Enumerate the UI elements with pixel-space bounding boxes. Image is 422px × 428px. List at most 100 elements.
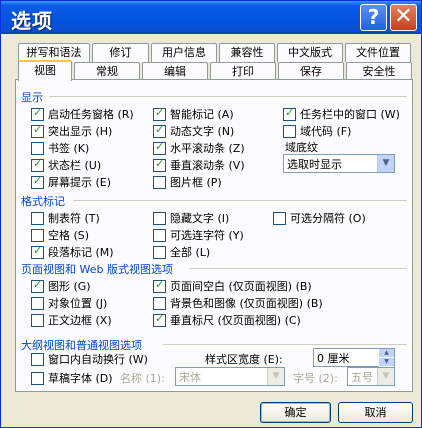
draft-font-size-label: 字号 (2): xyxy=(293,372,338,385)
checkbox-paragraph-marks[interactable]: 段落标记 (M) xyxy=(31,244,114,260)
draft-font-name-label: 名称 (1): xyxy=(120,372,165,385)
checkbox-box[interactable] xyxy=(283,106,296,121)
checkbox-bookmarks[interactable]: 书签 (K) xyxy=(31,140,89,156)
checkbox-drawings[interactable]: 图形 (G) xyxy=(31,278,91,294)
checkbox-all-marks[interactable]: 全部 (L) xyxy=(153,244,210,260)
checkbox-label: 可选分隔符 (O) xyxy=(290,212,366,225)
checkbox-field-codes[interactable]: 域代码 (F) xyxy=(283,123,351,139)
checkbox-smart-tags[interactable]: 智能标记 (A) xyxy=(153,106,234,122)
checkbox-wrap-to-window[interactable]: 窗口内自动换行 (W) xyxy=(31,351,148,367)
checkbox-box[interactable] xyxy=(31,157,44,172)
draft-font-name-select[interactable]: 宋体 ▼ xyxy=(175,367,285,386)
checkbox-horizontal-scrollbar[interactable]: 水平滚动条 (Z) xyxy=(153,140,245,156)
tab-view[interactable]: 视图 xyxy=(18,60,72,81)
draft-font-size-select[interactable]: 五号 ▼ xyxy=(347,367,395,386)
checkbox-label: 启动任务窗格 (R) xyxy=(48,108,134,121)
spin-down-icon[interactable]: ▼ xyxy=(379,358,394,367)
checkbox-spaces[interactable]: 空格 (S) xyxy=(31,227,89,243)
checkbox-box[interactable] xyxy=(31,141,44,155)
help-button[interactable]: ? xyxy=(360,4,387,31)
checkbox-box[interactable] xyxy=(31,352,44,366)
checkbox-box[interactable] xyxy=(153,312,166,327)
group-title-page-web-options: 页面视图和 Web 版式视图选项 xyxy=(21,263,173,276)
checkbox-box[interactable] xyxy=(153,228,166,242)
checkbox-draft-font[interactable]: 草稿字体 (D) xyxy=(31,370,113,386)
checkbox-vertical-ruler[interactable]: 垂直标尺 (仅页面视图) (C) xyxy=(153,312,301,328)
draft-font-name-value: 宋体 xyxy=(179,370,201,384)
checkbox-optional-breaks[interactable]: 可选分隔符 (O) xyxy=(273,210,366,226)
checkbox-label: 窗口内自动换行 (W) xyxy=(48,353,148,366)
checkbox-startup-task-pane[interactable]: 启动任务窗格 (R) xyxy=(31,106,134,122)
checkbox-label: 可选连字符 (Y) xyxy=(170,229,244,242)
checkbox-box[interactable] xyxy=(283,124,296,138)
chevron-down-icon[interactable]: ▼ xyxy=(377,155,394,172)
checkbox-box[interactable] xyxy=(31,106,44,121)
checkbox-status-bar[interactable]: 状态栏 (U) xyxy=(31,157,101,173)
tab-track-changes[interactable]: 修订 xyxy=(92,43,149,62)
checkbox-box[interactable] xyxy=(31,313,44,327)
checkbox-label: 智能标记 (A) xyxy=(170,108,234,121)
checkbox-box[interactable] xyxy=(153,140,166,155)
divider xyxy=(73,200,407,201)
divider xyxy=(49,96,407,97)
tab-asian-typography[interactable]: 中文版式 xyxy=(277,43,343,62)
checkbox-label: 段落标记 (M) xyxy=(48,246,114,259)
checkbox-box[interactable] xyxy=(31,123,44,138)
chevron-down-icon[interactable]: ▼ xyxy=(267,368,284,385)
checkbox-label: 书签 (K) xyxy=(48,142,90,155)
checkbox-box[interactable] xyxy=(153,245,166,259)
checkbox-animated-text[interactable]: 动态文字 (N) xyxy=(153,123,234,139)
checkbox-box[interactable] xyxy=(31,228,44,242)
checkbox-box[interactable] xyxy=(31,371,44,385)
divider xyxy=(189,268,407,269)
cancel-button[interactable]: 取消 xyxy=(338,402,413,423)
style-area-width-label: 样式区宽度 (E): xyxy=(205,353,283,366)
checkbox-box[interactable] xyxy=(31,278,44,293)
tab-compatibility[interactable]: 兼容性 xyxy=(219,43,275,62)
ok-button[interactable]: 确定 xyxy=(260,402,331,423)
checkbox-label: 背景色和图像 (仅页面视图) (B) xyxy=(170,297,323,310)
checkbox-windows-in-taskbar[interactable]: 任务栏中的窗口 (W) xyxy=(283,106,400,122)
checkbox-vertical-scrollbar[interactable]: 垂直滚动条 (V) xyxy=(153,157,245,173)
group-title-show: 显示 xyxy=(21,91,43,104)
checkbox-box[interactable] xyxy=(31,244,44,259)
checkbox-box[interactable] xyxy=(31,296,44,310)
checkbox-label: 垂直滚动条 (V) xyxy=(170,159,245,172)
checkbox-box[interactable] xyxy=(153,123,166,138)
close-button[interactable]: ✕ xyxy=(390,4,417,31)
title-bar[interactable]: 选项 ? ✕ xyxy=(1,1,421,34)
checkbox-highlight[interactable]: 突出显示 (H) xyxy=(31,123,112,139)
checkbox-box[interactable] xyxy=(31,211,44,225)
style-area-width-spinner[interactable]: 0 厘米 ▲ ▼ xyxy=(313,348,395,367)
checkbox-box[interactable] xyxy=(153,278,166,293)
checkbox-hidden-text[interactable]: 隐藏文字 (I) xyxy=(153,210,229,226)
group-title-format-marks: 格式标记 xyxy=(21,195,65,208)
checkbox-box[interactable] xyxy=(153,157,166,172)
checkbox-box[interactable] xyxy=(153,211,166,225)
checkbox-picture-placeholders[interactable]: 图片框 (P) xyxy=(153,174,222,190)
field-shading-select[interactable]: 选取时显示 ▼ xyxy=(283,154,395,173)
checkbox-label: 突出显示 (H) xyxy=(48,125,113,138)
checkbox-box[interactable] xyxy=(31,174,44,189)
checkbox-box[interactable] xyxy=(273,211,286,225)
spin-up-icon[interactable]: ▲ xyxy=(379,349,394,358)
checkbox-background-colors-images[interactable]: 背景色和图像 (仅页面视图) (B) xyxy=(153,295,323,311)
checkbox-box[interactable] xyxy=(153,175,166,189)
checkbox-white-space-between-pages[interactable]: 页面间空白 (仅页面视图) (B) xyxy=(153,278,312,294)
checkbox-tab-characters[interactable]: 制表符 (T) xyxy=(31,210,100,226)
checkbox-screen-tips[interactable]: 屏幕提示 (E) xyxy=(31,174,111,190)
checkbox-optional-hyphens[interactable]: 可选连字符 (Y) xyxy=(153,227,244,243)
checkbox-label: 屏幕提示 (E) xyxy=(48,176,112,189)
style-area-width-value: 0 厘米 xyxy=(317,351,350,365)
checkbox-object-anchors[interactable]: 对象位置 (J) xyxy=(31,295,107,311)
checkbox-label: 状态栏 (U) xyxy=(48,159,102,172)
divider xyxy=(163,344,407,345)
chevron-down-icon[interactable]: ▼ xyxy=(377,368,394,385)
tab-user-info[interactable]: 用户信息 xyxy=(151,43,217,62)
checkbox-text-boundaries[interactable]: 正文边框 (X) xyxy=(31,312,112,328)
checkbox-box[interactable] xyxy=(153,106,166,121)
checkbox-box[interactable] xyxy=(153,296,166,310)
spinner-buttons[interactable]: ▲ ▼ xyxy=(379,349,394,367)
tab-file-locations[interactable]: 文件位置 xyxy=(345,43,411,62)
draft-font-size-value: 五号 xyxy=(351,370,373,384)
